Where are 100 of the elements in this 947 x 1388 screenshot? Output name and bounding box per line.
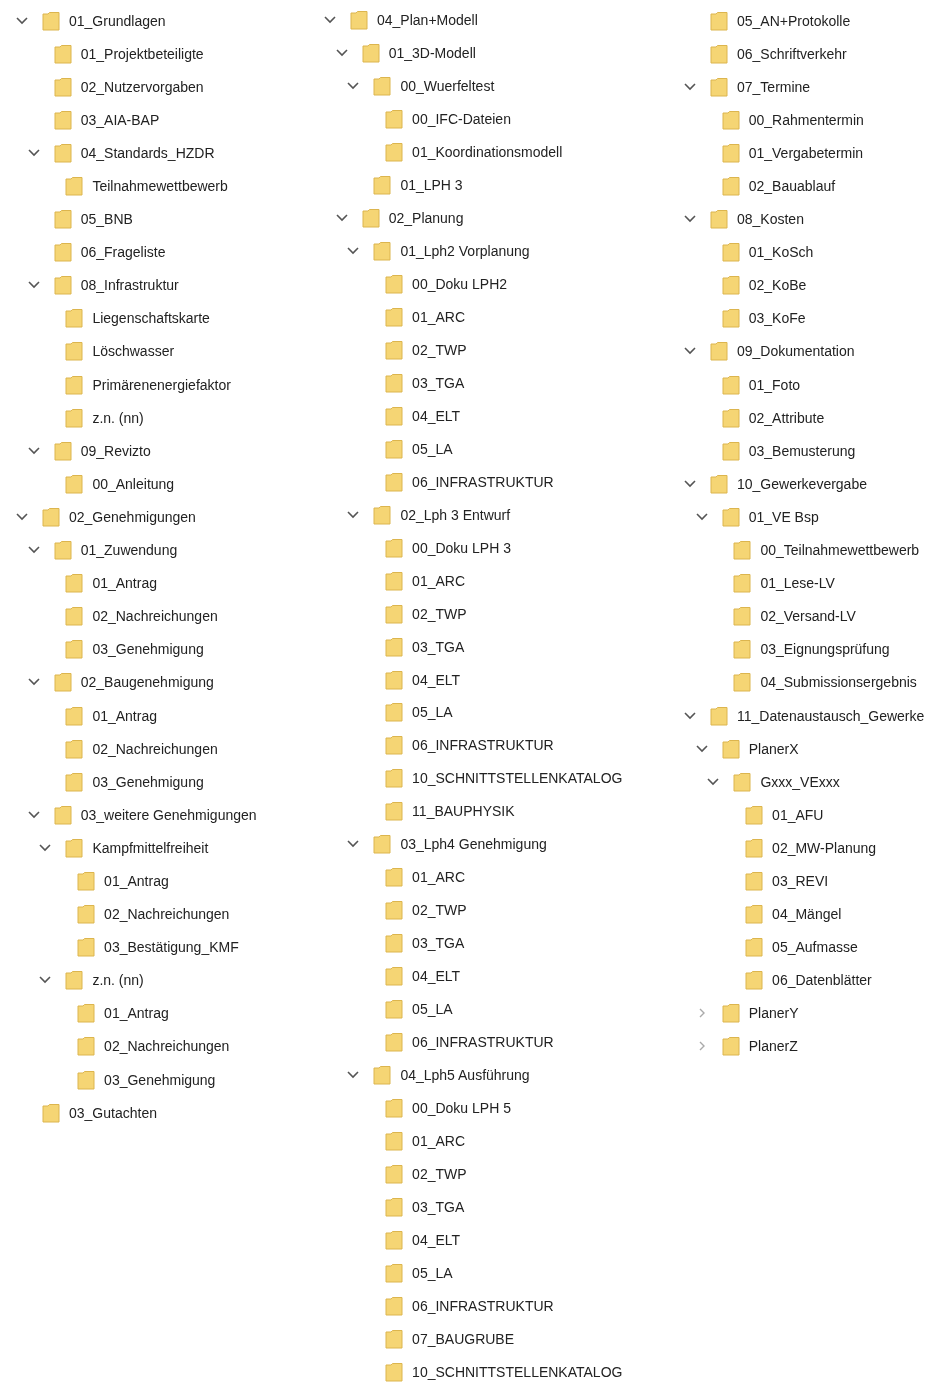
chevron-down-icon[interactable] <box>37 842 54 853</box>
chevron-down-icon[interactable] <box>333 48 350 59</box>
folder-name[interactable]: 10_SCHNITTSTELLENKATALOG <box>412 1363 623 1380</box>
folder-name[interactable]: 02_Bauablauf <box>748 178 836 194</box>
folder-name[interactable]: 02_TWP <box>412 605 467 622</box>
folder-name[interactable]: 06_INFRASTRUKTUR <box>412 737 554 754</box>
folder-name[interactable]: 03_weitere Genehmigungen <box>80 806 257 823</box>
folder-name[interactable]: 02_TWP <box>412 342 467 358</box>
folder-name[interactable]: 05_LA <box>412 1001 453 1018</box>
folder-name[interactable]: 01_Antrag <box>104 1005 169 1022</box>
folder-name[interactable]: PlanerX <box>748 740 799 757</box>
folder-name[interactable]: 05_BNB <box>80 211 133 228</box>
folder-name[interactable]: 03_Eignungsprüfung <box>760 641 890 658</box>
folder-name[interactable]: 02_MW-Planung <box>772 839 877 856</box>
chevron-down-icon[interactable] <box>333 213 350 224</box>
folder-name[interactable]: 01_AFU <box>772 806 824 823</box>
folder-name[interactable]: 01_ARC <box>412 1132 465 1149</box>
folder-name[interactable]: 09_Revizto <box>80 442 151 459</box>
folder-name[interactable]: 03_TGA <box>412 935 465 952</box>
folder-name[interactable]: 05_Aufmasse <box>772 939 858 956</box>
folder-name[interactable]: 10_SCHNITTSTELLENKATALOG <box>412 770 623 787</box>
folder-name[interactable]: 02_Nachreichungen <box>104 1038 230 1055</box>
folder-name[interactable]: 02_Planung <box>388 210 464 227</box>
folder-name[interactable]: 01_Projektbeteiligte <box>80 45 204 62</box>
folder-name[interactable]: 04_ELT <box>412 671 461 688</box>
folder-name[interactable]: PlanerY <box>748 1005 799 1022</box>
folder-name[interactable]: 02_Nachreichungen <box>92 608 218 625</box>
chevron-down-icon[interactable] <box>37 975 54 986</box>
folder-name[interactable]: 03_TGA <box>412 1198 465 1215</box>
folder-name[interactable]: 04_ELT <box>412 1231 461 1248</box>
folder-name[interactable]: 03_Bestätigung_KMF <box>104 939 239 956</box>
folder-name[interactable]: 01_ARC <box>412 309 465 326</box>
folder-name[interactable]: 01_VE Bsp <box>748 508 819 525</box>
folder-name[interactable]: 03_Genehmigung <box>92 773 204 790</box>
chevron-down-icon[interactable] <box>14 15 30 26</box>
folder-name[interactable]: 06_Frageliste <box>80 244 166 261</box>
folder-name[interactable]: 05_LA <box>412 704 453 721</box>
folder-name[interactable]: 02_Nachreichungen <box>92 740 218 757</box>
chevron-down-icon[interactable] <box>345 509 362 520</box>
folder-name[interactable]: 01_3D-Modell <box>388 45 476 62</box>
folder-name[interactable]: 04_Standards_HZDR <box>80 144 215 161</box>
folder-name[interactable]: 01_LPH 3 <box>400 177 463 194</box>
folder-name[interactable]: 11_Datenaustausch_Gewerke <box>737 707 925 724</box>
folder-name[interactable]: 02_TWP <box>412 1165 467 1182</box>
chevron-down-icon[interactable] <box>25 445 42 456</box>
chevron-down-icon[interactable] <box>25 280 42 291</box>
folder-name[interactable]: Teilnahmewettbewerb <box>92 178 228 194</box>
folder-name[interactable]: 03_Genehmigung <box>104 1071 216 1088</box>
folder-name[interactable]: 03_KoFe <box>748 310 806 327</box>
folder-name[interactable]: 01_KoSch <box>748 244 814 261</box>
folder-name[interactable]: 04_ELT <box>412 968 461 985</box>
folder-name[interactable]: 10_Gewerkevergabe <box>737 475 867 492</box>
folder-name[interactable]: 00_Wuerfeltest <box>400 78 495 95</box>
folder-name[interactable]: 03_Bemusterung <box>748 442 856 459</box>
folder-name[interactable]: 01_Antrag <box>104 873 169 889</box>
folder-name[interactable]: 02_Attribute <box>748 409 825 426</box>
chevron-down-icon[interactable] <box>25 147 42 158</box>
folder-name[interactable]: 04_Mängel <box>772 906 842 923</box>
folder-name[interactable]: 02_Versand-LV <box>760 608 856 625</box>
folder-name[interactable]: 02_KoBe <box>748 277 807 294</box>
folder-name[interactable]: 00_Rahmentermin <box>748 111 864 128</box>
folder-name[interactable]: 01_Antrag <box>92 707 157 724</box>
folder-name[interactable]: 03_AIA-BAP <box>80 111 160 128</box>
chevron-down-icon[interactable] <box>345 81 362 92</box>
folder-name[interactable]: 06_Schriftverkehr <box>737 45 847 62</box>
folder-name[interactable]: 02_Nachreichungen <box>104 906 230 923</box>
folder-name[interactable]: 03_REVI <box>772 873 829 889</box>
folder-name[interactable]: 06_INFRASTRUKTUR <box>412 1034 554 1050</box>
folder-name[interactable]: Gxxx_VExxx <box>760 773 840 790</box>
chevron-down-icon[interactable] <box>345 246 362 257</box>
folder-name[interactable]: 03_Gutachten <box>69 1104 157 1121</box>
folder-name[interactable]: Primärenenergiefaktor <box>92 376 231 393</box>
chevron-down-icon[interactable] <box>693 511 710 522</box>
chevron-down-icon[interactable] <box>693 743 710 754</box>
folder-name[interactable]: 01_Foto <box>748 376 801 393</box>
chevron-down-icon[interactable] <box>682 346 698 357</box>
folder-name[interactable]: 04_ELT <box>412 407 461 424</box>
folder-name[interactable]: PlanerZ <box>748 1038 798 1055</box>
chevron-down-icon[interactable] <box>25 809 42 820</box>
folder-name[interactable]: 05_LA <box>412 440 453 457</box>
folder-name[interactable]: 04_Lph5 Ausführung <box>400 1066 530 1083</box>
chevron-down-icon[interactable] <box>345 839 362 850</box>
folder-name[interactable]: 07_Termine <box>737 78 811 95</box>
chevron-down-icon[interactable] <box>25 677 42 688</box>
folder-name[interactable]: 01_Lph2 Vorplanung <box>400 243 530 260</box>
folder-name[interactable]: 03_Genehmigung <box>92 641 204 658</box>
folder-name[interactable]: 11_BAUPHYSIK <box>412 803 515 820</box>
chevron-down-icon[interactable] <box>25 545 42 556</box>
chevron-down-icon[interactable] <box>14 511 30 522</box>
folder-name[interactable]: z.n. (nn) <box>92 972 144 989</box>
folder-name[interactable]: 09_Dokumentation <box>737 343 855 360</box>
folder-name[interactable]: 01_Zuwendung <box>80 542 178 559</box>
chevron-down-icon[interactable] <box>322 15 338 26</box>
folder-name[interactable]: Kampfmittelfreiheit <box>92 839 209 856</box>
folder-name[interactable]: Liegenschaftskarte <box>92 310 210 327</box>
folder-name[interactable]: 08_Kosten <box>737 211 804 228</box>
folder-name[interactable]: 00_Doku LPH 3 <box>412 539 511 556</box>
chevron-down-icon[interactable] <box>682 214 698 225</box>
folder-name[interactable]: 03_Lph4 Genehmigung <box>400 836 547 853</box>
folder-name[interactable]: 01_Vergabetermin <box>748 144 864 161</box>
